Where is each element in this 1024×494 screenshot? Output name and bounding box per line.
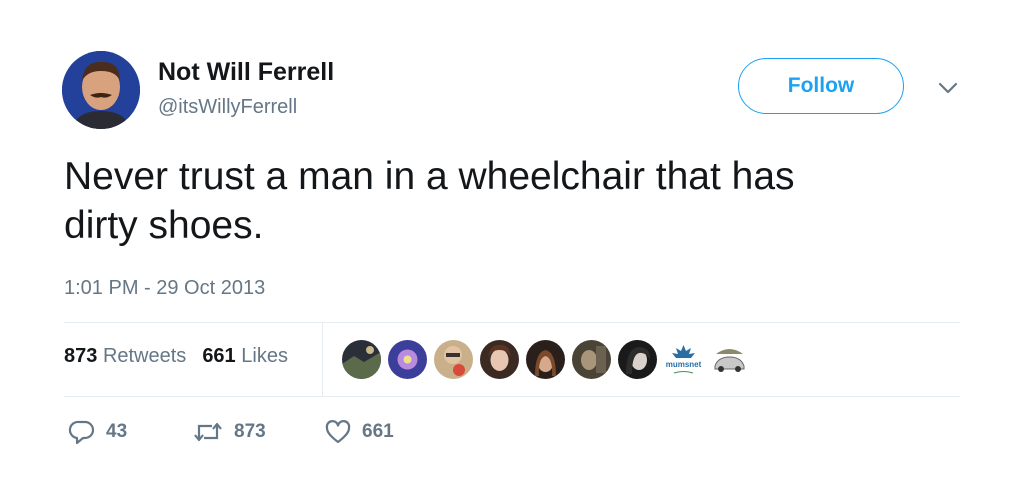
user-handle[interactable]: @itsWillyFerrell	[158, 96, 297, 119]
mumsnet-logo[interactable]: mumsnet	[664, 340, 703, 379]
tweet-timestamp[interactable]: 1:01 PM - 29 Oct 2013	[64, 277, 265, 300]
stats-separator	[322, 322, 323, 396]
retweet-action[interactable]: 873	[192, 418, 324, 446]
liker-avatar[interactable]	[526, 340, 565, 379]
liker-avatar[interactable]	[572, 340, 611, 379]
liker-avatar[interactable]	[388, 340, 427, 379]
tweet-text: Never trust a man in a wheelchair that h…	[64, 152, 944, 250]
liker-avatar[interactable]	[434, 340, 473, 379]
chevron-down-icon[interactable]	[934, 78, 962, 98]
likes-count: 661	[202, 345, 236, 367]
retweet-count: 873	[234, 421, 266, 442]
retweet-icon	[192, 418, 224, 446]
divider	[64, 396, 960, 397]
like-action[interactable]: 661	[324, 418, 394, 446]
follow-button[interactable]: Follow	[738, 58, 904, 114]
tweet-card: Not Will Ferrell @itsWillyFerrell Follow…	[0, 0, 1024, 494]
display-name[interactable]: Not Will Ferrell	[158, 58, 334, 87]
retweets-stat[interactable]: 873 Retweets	[64, 345, 186, 368]
retweets-count: 873	[64, 345, 98, 367]
like-count: 661	[362, 421, 394, 442]
retweets-label: Retweets	[102, 345, 187, 367]
likes-stat[interactable]: 661 Likes	[202, 345, 288, 368]
liker-avatar[interactable]	[480, 340, 519, 379]
divider	[64, 322, 960, 323]
tweet-text-line: dirty shoes.	[64, 204, 264, 247]
user-avatar[interactable]	[62, 51, 140, 129]
mumsnet-badge-text: mumsnet	[666, 360, 702, 369]
reply-action[interactable]: 43	[68, 418, 192, 446]
tweet-text-line: Never trust a man in a wheelchair that h…	[64, 155, 795, 198]
engagement-stats: 873 Retweets 661 Likes	[64, 345, 288, 368]
liker-avatars: mumsnet	[342, 340, 749, 379]
liker-avatar[interactable]	[710, 340, 749, 379]
reply-icon	[68, 418, 96, 446]
tweet-actions: 43 873 661	[68, 418, 394, 446]
liker-avatar[interactable]	[618, 340, 657, 379]
heart-icon	[324, 418, 352, 446]
likes-label: Likes	[241, 345, 288, 367]
reply-count: 43	[106, 421, 128, 442]
liker-avatar[interactable]	[342, 340, 381, 379]
